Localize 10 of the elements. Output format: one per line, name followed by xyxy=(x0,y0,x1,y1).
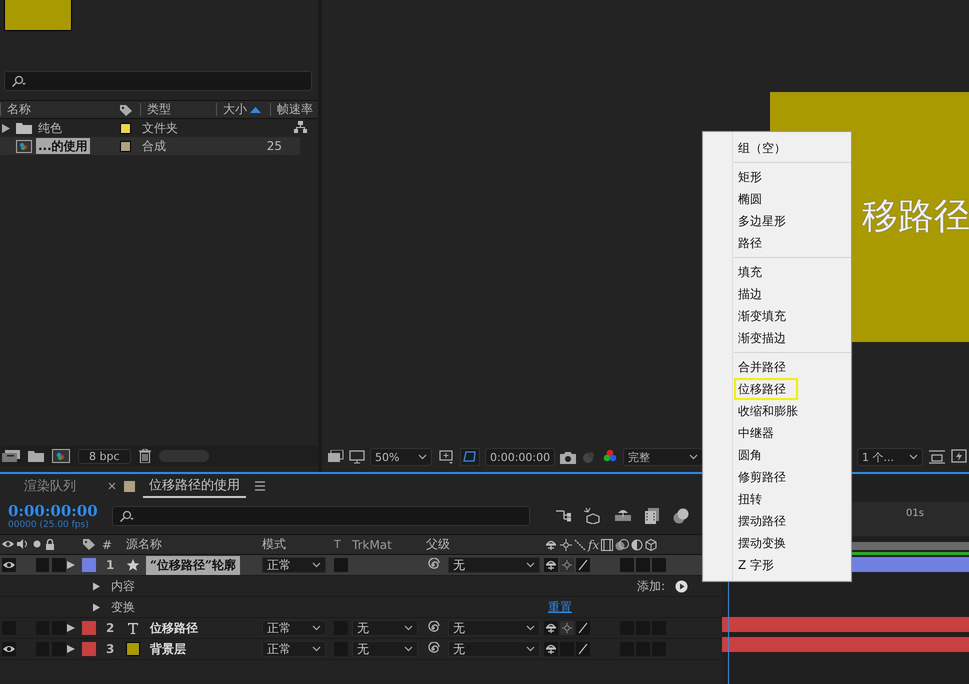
frame-info: 00000 (25.00 fps) xyxy=(8,520,90,530)
canvas-text: 移路径 xyxy=(862,195,969,239)
add-label: 添加: xyxy=(636,578,665,594)
item-type: 合成 xyxy=(142,138,167,154)
item-fps: 25 xyxy=(266,139,282,153)
layer-number: 1 xyxy=(105,558,116,572)
layer-number: 3 xyxy=(105,642,116,656)
item-type: 文件夹 xyxy=(142,120,179,136)
ruler-label: 01s xyxy=(906,508,924,519)
layer-number: 2 xyxy=(105,621,116,635)
